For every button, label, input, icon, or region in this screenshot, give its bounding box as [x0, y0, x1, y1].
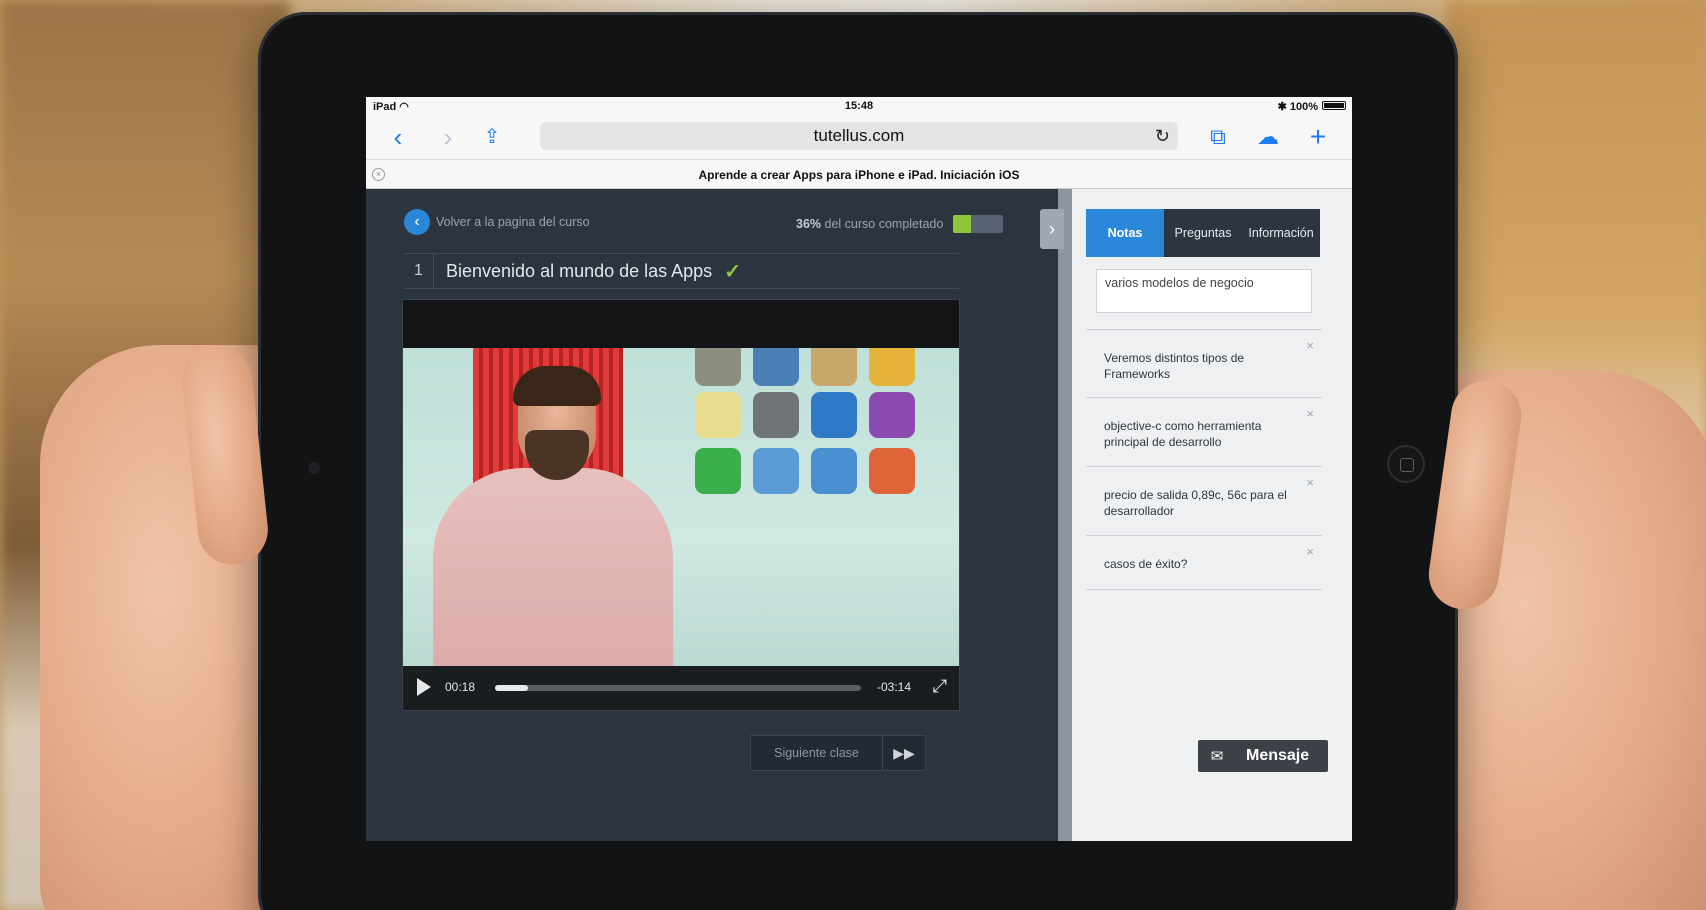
reload-icon[interactable]: ↻ — [1155, 122, 1170, 150]
play-icon[interactable] — [417, 678, 431, 696]
panel-tabs: Notas Preguntas Información — [1086, 209, 1320, 257]
list-item: precio de salida 0,89c, 56c para el desa… — [1086, 467, 1322, 536]
address-bar[interactable]: tutellus.com ↻ — [540, 122, 1178, 150]
next-lesson-button[interactable]: Siguiente clase ▶▶ — [750, 735, 926, 771]
home-button[interactable] — [1387, 445, 1425, 483]
back-icon[interactable]: ‹ — [382, 121, 414, 153]
list-item: Veremos distintos tipos de Frameworks × — [1086, 329, 1322, 398]
ipad-screen: iPad ◠ 15:48 ✱ 100% ‹ › ⇪ tutellus.com ↻… — [366, 97, 1352, 841]
bluetooth-icon: ✱ — [1277, 101, 1287, 113]
tab-notas[interactable]: Notas — [1086, 209, 1164, 257]
panel-gutter — [1058, 189, 1072, 841]
progress-fill — [953, 215, 972, 233]
video-frame[interactable] — [403, 348, 959, 666]
video-controls: 00:18 -03:14 ⤢ — [403, 666, 959, 710]
bookmarks-icon[interactable]: ⧉ — [1202, 121, 1234, 153]
course-progress: 36% del curso completado — [796, 215, 1004, 233]
browser-toolbar: ‹ › ⇪ tutellus.com ↻ ⧉ ☁ + — [366, 115, 1352, 159]
presenter-hair — [513, 366, 601, 406]
video-scrubber[interactable] — [495, 685, 861, 691]
course-player: ‹ Volver a la pagina del curso 36% del c… — [366, 189, 1058, 841]
scrubber-fill — [495, 685, 528, 691]
elapsed-time: 00:18 — [445, 680, 476, 694]
url-text: tutellus.com — [813, 126, 905, 145]
fast-forward-icon: ▶▶ — [893, 745, 915, 761]
lesson-number: 1 — [404, 253, 434, 289]
status-bar: iPad ◠ 15:48 ✱ 100% — [366, 97, 1352, 115]
new-tab-icon[interactable]: + — [1302, 121, 1334, 153]
lesson-title: Bienvenido al mundo de las Apps — [446, 260, 713, 281]
chevron-left-icon: ‹ — [404, 209, 430, 235]
share-icon[interactable]: ⇪ — [476, 121, 508, 153]
note-text: objective-c como herramienta principal d… — [1104, 419, 1262, 449]
tab-bar: × Aprende a crear Apps para iPhone e iPa… — [366, 159, 1352, 189]
progress-bar — [953, 215, 1004, 233]
notes-list: Veremos distintos tipos de Frameworks × … — [1086, 329, 1322, 590]
list-item: casos de éxito? × — [1086, 536, 1322, 590]
list-item: objective-c como herramienta principal d… — [1086, 398, 1322, 467]
note-text: casos de éxito? — [1104, 557, 1188, 571]
lesson-header: 1 Bienvenido al mundo de las Apps ✓ — [404, 253, 959, 289]
fullscreen-icon[interactable]: ⤢ — [933, 676, 947, 697]
video-player[interactable]: 00:18 -03:14 ⤢ — [402, 299, 960, 711]
clock: 15:48 — [844, 100, 874, 112]
delete-note-icon[interactable]: × — [1306, 475, 1314, 491]
cloud-icon[interactable]: ☁ — [1252, 121, 1284, 153]
back-link-label: Volver a la pagina del curso — [436, 215, 590, 229]
next-lesson-label: Siguiente clase — [751, 736, 883, 770]
tab-preguntas[interactable]: Preguntas — [1164, 209, 1242, 257]
battery-percent: 100% — [1289, 101, 1318, 113]
back-to-course-link[interactable]: ‹ Volver a la pagina del curso — [404, 209, 590, 235]
delete-note-icon[interactable]: × — [1306, 544, 1314, 560]
presenter-body — [433, 468, 673, 666]
tab-title[interactable]: Aprende a crear Apps para iPhone e iPad.… — [366, 168, 1352, 182]
message-label: Mensaje — [1246, 747, 1310, 764]
progress-label: del curso completado — [824, 217, 944, 231]
tab-informacion[interactable]: Información — [1242, 209, 1320, 257]
camera-icon — [308, 462, 320, 474]
delete-note-icon[interactable]: × — [1306, 406, 1314, 422]
progress-percent: 36% — [796, 217, 822, 231]
forward-icon[interactable]: › — [432, 121, 464, 153]
note-text: Veremos distintos tipos de Frameworks — [1104, 351, 1245, 381]
note-input[interactable]: varios modelos de negocio — [1096, 269, 1312, 313]
remaining-time: -03:14 — [877, 680, 912, 694]
battery-icon — [1322, 101, 1346, 110]
delete-note-icon[interactable]: × — [1306, 338, 1314, 354]
envelope-icon: ✉ — [1210, 748, 1224, 765]
message-button[interactable]: ✉ Mensaje — [1198, 740, 1328, 772]
checkmark-icon: ✓ — [724, 260, 741, 283]
note-text: precio de salida 0,89c, 56c para el desa… — [1104, 488, 1287, 518]
collapse-panel-icon[interactable]: › — [1040, 209, 1064, 249]
